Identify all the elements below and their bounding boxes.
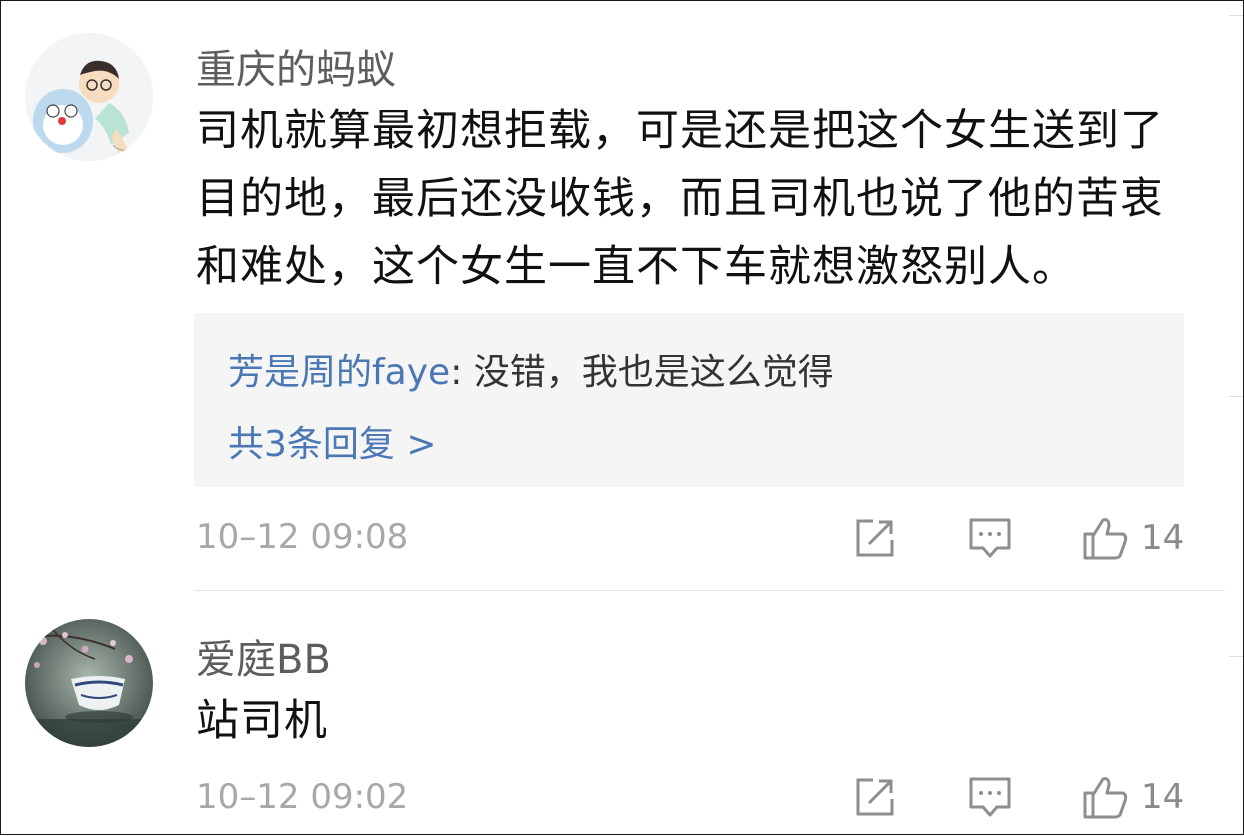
like-button[interactable]: 14 [1081, 773, 1184, 821]
comment-timestamp: 10–12 09:08 [196, 517, 409, 557]
comment-icon [969, 777, 1011, 817]
like-icon [1083, 777, 1128, 819]
share-button[interactable] [853, 775, 897, 819]
share-icon [856, 778, 894, 816]
reply-username[interactable]: 芳是周的faye [228, 352, 450, 393]
view-replies-link[interactable]: 共3条回复 > [228, 415, 437, 467]
comment-content: 站司机 [196, 696, 328, 746]
share-button[interactable] [853, 516, 897, 560]
share-icon [856, 519, 894, 557]
comment-username[interactable]: 爱庭BB [196, 627, 331, 685]
reply-text: 没错，我也是这么觉得 [473, 352, 834, 393]
avatar[interactable] [25, 33, 153, 161]
comment-button[interactable] [967, 775, 1013, 819]
comment-button[interactable] [967, 516, 1013, 560]
reply-separator: : [450, 352, 474, 393]
comment-icon [969, 518, 1011, 558]
like-count: 14 [1141, 518, 1185, 558]
like-button[interactable]: 14 [1081, 514, 1184, 562]
comment-item: 爱庭BB 站司机 10–12 09:02 14 [1, 591, 1243, 836]
like-icon [1083, 518, 1128, 560]
comment-timestamp: 10–12 09:02 [196, 777, 409, 817]
avatar[interactable] [25, 619, 153, 747]
reply-preview-line: 芳是周的faye: 没错，我也是这么觉得 [228, 343, 834, 395]
like-count: 14 [1141, 777, 1185, 817]
divider-edge [1229, 396, 1243, 397]
teacup-flowers-avatar-icon [25, 619, 153, 747]
reply-preview-box[interactable]: 芳是周的faye: 没错，我也是这么觉得 共3条回复 > [194, 313, 1184, 487]
divider-edge [1229, 15, 1243, 16]
comment-item: 重庆的蚂蚁 司机就算最初想拒载，可是还是把这个女生送到了目的地，最后还没收钱，而… [1, 1, 1243, 591]
cartoon-boy-avatar-icon [25, 33, 153, 161]
comment-username[interactable]: 重庆的蚂蚁 [196, 37, 396, 95]
comment-content: 司机就算最初想拒载，可是还是把这个女生送到了目的地，最后还没收钱，而且司机也说了… [196, 106, 1164, 292]
